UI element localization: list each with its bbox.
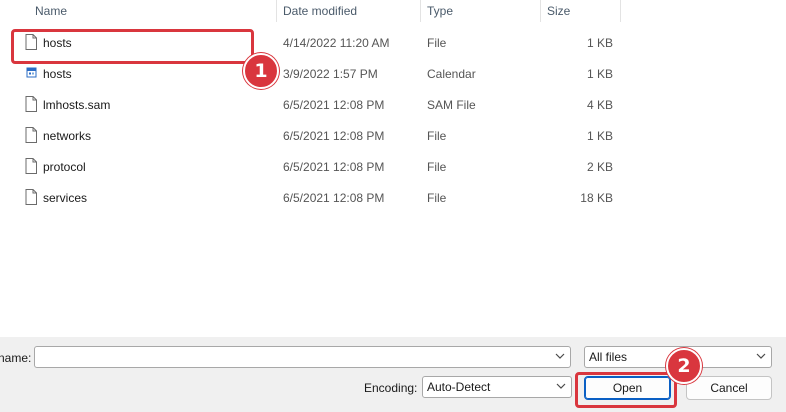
chevron-down-icon[interactable]: [555, 380, 567, 392]
file-date: 3/9/2022 1:57 PM: [283, 67, 378, 81]
column-type[interactable]: Type: [427, 0, 453, 22]
file-type-value: All files: [589, 350, 628, 364]
file-date: 4/14/2022 11:20 AM: [283, 36, 390, 50]
list-item[interactable]: networks 6/5/2021 12:08 PM File 1 KB: [0, 121, 786, 152]
calendar-file-icon: [26, 67, 37, 78]
file-type: File: [427, 191, 447, 205]
file-size: 1 KB: [586, 67, 613, 81]
encoding-label: Encoding:: [364, 381, 418, 395]
open-file-dialog: ⌃ Name Date modified Type Size hosts 4/1…: [0, 0, 786, 412]
column-date-modified[interactable]: Date modified: [283, 0, 357, 22]
highlight-hosts-row: [11, 29, 254, 64]
file-name: lmhosts.sam: [43, 98, 111, 112]
file-icon: [25, 127, 37, 143]
file-size: 18 KB: [580, 191, 613, 205]
column-separator[interactable]: [276, 0, 277, 22]
column-separator[interactable]: [420, 0, 421, 22]
file-size: 1 KB: [586, 129, 613, 143]
file-name: networks: [43, 129, 92, 143]
cancel-button[interactable]: Cancel: [686, 376, 772, 400]
filename-input[interactable]: [34, 346, 571, 368]
file-name: protocol: [43, 160, 86, 174]
file-icon: [25, 96, 37, 112]
file-type: File: [427, 36, 447, 50]
file-size: 1 KB: [586, 36, 613, 50]
column-name[interactable]: Name: [35, 0, 67, 22]
step-1-badge: 1: [243, 53, 279, 89]
file-type: File: [427, 160, 447, 174]
step-2-badge: 2: [666, 348, 702, 384]
list-item[interactable]: services 6/5/2021 12:08 PM File 18 KB: [0, 183, 786, 214]
column-separator[interactable]: [540, 0, 541, 22]
file-date: 6/5/2021 12:08 PM: [283, 160, 385, 174]
sort-up-icon: ⌃: [148, 0, 156, 6]
encoding-select[interactable]: Auto-Detect: [422, 376, 572, 398]
file-type: SAM File: [427, 98, 476, 112]
file-date: 6/5/2021 12:08 PM: [283, 98, 385, 112]
file-icon: [25, 189, 37, 205]
encoding-value: Auto-Detect: [427, 380, 491, 394]
chevron-down-icon[interactable]: [554, 350, 566, 362]
column-header: ⌃ Name Date modified Type Size: [0, 0, 786, 24]
column-size[interactable]: Size: [547, 0, 570, 22]
filename-label: name:: [0, 351, 32, 365]
highlight-open-button: [575, 372, 677, 408]
file-size: 2 KB: [586, 160, 613, 174]
file-type: Calendar: [427, 67, 476, 81]
file-size: 4 KB: [586, 98, 613, 112]
column-separator[interactable]: [620, 0, 621, 22]
file-date: 6/5/2021 12:08 PM: [283, 129, 385, 143]
file-icon: [25, 158, 37, 174]
chevron-down-icon[interactable]: [755, 350, 767, 362]
file-type: File: [427, 129, 447, 143]
list-item[interactable]: protocol 6/5/2021 12:08 PM File 2 KB: [0, 152, 786, 183]
file-name: services: [43, 191, 88, 205]
list-item[interactable]: lmhosts.sam 6/5/2021 12:08 PM SAM File 4…: [0, 90, 786, 121]
file-date: 6/5/2021 12:08 PM: [283, 191, 385, 205]
